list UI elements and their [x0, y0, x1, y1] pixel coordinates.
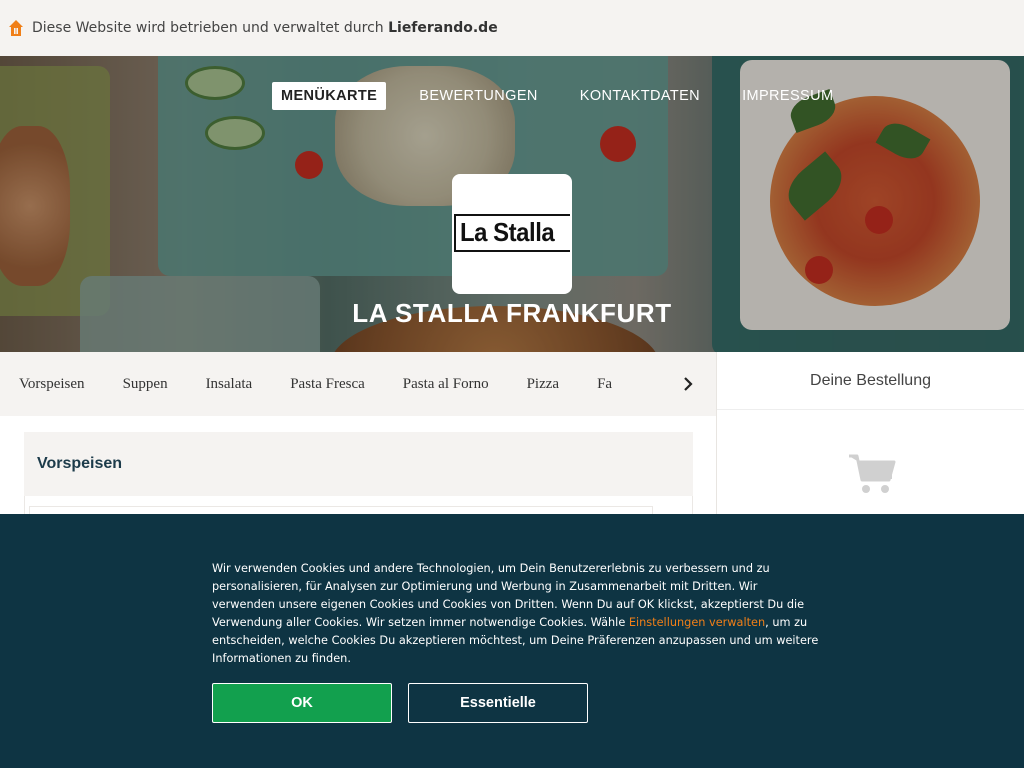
- main-nav: MENÜKARTE BEWERTUNGEN KONTAKTDATEN IMPRE…: [272, 82, 866, 110]
- category-tab-pizza[interactable]: Pizza: [527, 376, 559, 393]
- restaurant-name: LA STALLA FRANKFURT: [352, 298, 672, 328]
- operator-notice: Diese Website wird betrieben und verwalt…: [32, 20, 498, 36]
- logo-rule-top: [454, 214, 570, 216]
- house-icon: [8, 19, 24, 37]
- hero-banner: MENÜKARTE BEWERTUNGEN KONTAKTDATEN IMPRE…: [0, 56, 1024, 352]
- nav-bewertungen[interactable]: BEWERTUNGEN: [410, 82, 547, 110]
- menu-section-header: Vorspeisen: [24, 432, 693, 496]
- logo-rule-bottom: [454, 250, 570, 252]
- essential-button[interactable]: Essentielle: [408, 683, 588, 723]
- category-tabs: Vorspeisen Suppen Insalata Pasta Fresca …: [0, 352, 716, 416]
- logo-rule-left: [454, 214, 456, 250]
- section-title: Vorspeisen: [37, 455, 123, 472]
- logo-frame: La Stalla: [454, 214, 570, 254]
- manage-settings-link[interactable]: Einstellungen verwalten: [629, 616, 765, 629]
- category-tab-pasta-al-forno[interactable]: Pasta al Forno: [403, 376, 489, 393]
- category-tab-vorspeisen[interactable]: Vorspeisen: [19, 376, 85, 393]
- cookie-banner: Wir verwenden Cookies und andere Technol…: [0, 514, 1024, 768]
- notice-text: Diese Website wird betrieben und verwalt…: [32, 20, 389, 36]
- nav-kontaktdaten[interactable]: KONTAKTDATEN: [571, 82, 709, 110]
- logo-text: La Stalla: [460, 217, 555, 247]
- category-tab-pasta-fresca[interactable]: Pasta Fresca: [290, 376, 365, 393]
- cookie-text: Wir verwenden Cookies und andere Technol…: [212, 560, 820, 668]
- lieferando-link[interactable]: Lieferando.de: [388, 20, 498, 36]
- nav-impressum[interactable]: IMPRESSUM: [733, 82, 842, 110]
- operator-notice-bar: Diese Website wird betrieben und verwalt…: [0, 0, 1024, 56]
- order-sidebar: Deine Bestellung: [716, 352, 1024, 522]
- chevron-right-icon[interactable]: [678, 374, 698, 394]
- category-tab-partial[interactable]: Fa: [597, 376, 612, 393]
- restaurant-logo: La Stalla: [452, 174, 572, 294]
- order-title: Deine Bestellung: [717, 352, 1024, 410]
- ok-button[interactable]: OK: [212, 683, 392, 723]
- category-tab-suppen[interactable]: Suppen: [123, 376, 168, 393]
- category-tab-insalata[interactable]: Insalata: [206, 376, 253, 393]
- nav-menukarte[interactable]: MENÜKARTE: [272, 82, 387, 110]
- cart-icon: [847, 452, 897, 496]
